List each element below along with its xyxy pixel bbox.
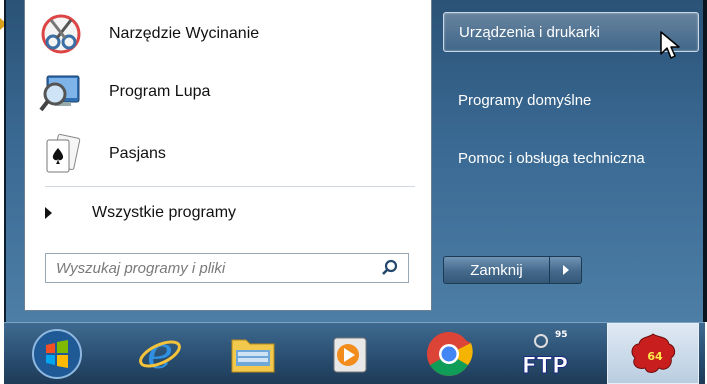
taskbar-chrome[interactable]	[418, 327, 480, 381]
taskbar-ftp-client[interactable]: 95 FTP	[516, 327, 578, 381]
ftp-badge: 95	[555, 330, 568, 340]
search-box[interactable]	[45, 253, 409, 283]
arrow-right-icon	[562, 265, 569, 275]
shutdown-group: Zamknij	[443, 256, 582, 286]
right-item-label: Urządzenia i drukarki	[459, 23, 600, 41]
svg-text:e: e	[147, 330, 173, 378]
search-input[interactable]	[54, 254, 378, 282]
taskbar-media-player[interactable]	[319, 327, 381, 381]
game-badge: 64	[647, 350, 663, 363]
help-and-support-item[interactable]: Pomoc i obsługa techniczna	[443, 138, 699, 178]
magnifier-icon	[39, 70, 83, 114]
all-programs-label: Wszystkie programy	[92, 204, 237, 221]
program-label: Program Lupa	[109, 83, 211, 100]
media-player-icon	[333, 337, 367, 373]
default-programs-item[interactable]: Programy domyślne	[443, 80, 699, 120]
windows-start-orb-icon	[32, 329, 82, 379]
program-item-solitaire[interactable]: Pasjans	[25, 126, 431, 182]
program-label: Narzędzie Wycinanie	[109, 25, 260, 42]
chrome-icon	[427, 332, 473, 376]
taskbar: e 95 FTP 64	[4, 322, 705, 384]
scissors-icon	[39, 12, 83, 56]
program-item-snipping-tool[interactable]: Narzędzie Wycinanie	[25, 6, 431, 62]
start-button[interactable]	[26, 327, 88, 381]
ftp-client-icon: 95 FTP	[521, 330, 568, 380]
arrow-right-icon	[45, 207, 52, 219]
taskbar-file-explorer[interactable]	[222, 327, 284, 381]
file-explorer-icon	[231, 339, 275, 373]
shutdown-button[interactable]: Zamknij	[443, 256, 550, 284]
program-item-magnifier[interactable]: Program Lupa	[25, 64, 431, 120]
mouse-cursor-icon	[660, 31, 680, 59]
taskbar-internet-explorer[interactable]: e	[129, 327, 191, 381]
taskbar-game-app[interactable]: 64	[607, 323, 699, 384]
start-menu-programs-pane: Narzędzie Wycinanie Program Lupa Pasjans…	[24, 0, 432, 311]
svg-text:FTP: FTP	[522, 354, 568, 379]
right-item-label: Pomoc i obsługa techniczna	[458, 149, 645, 167]
divider	[45, 186, 415, 187]
program-label: Pasjans	[109, 145, 166, 162]
start-menu: Narzędzie Wycinanie Program Lupa Pasjans…	[4, 0, 707, 322]
game-app-icon: 64	[631, 332, 676, 373]
all-programs-button[interactable]: Wszystkie programy	[25, 197, 431, 229]
playing-cards-icon	[39, 132, 83, 176]
shutdown-options-button[interactable]	[550, 256, 582, 284]
search-icon[interactable]	[378, 256, 402, 280]
right-item-label: Programy domyślne	[458, 91, 592, 109]
internet-explorer-icon: e	[139, 330, 181, 378]
